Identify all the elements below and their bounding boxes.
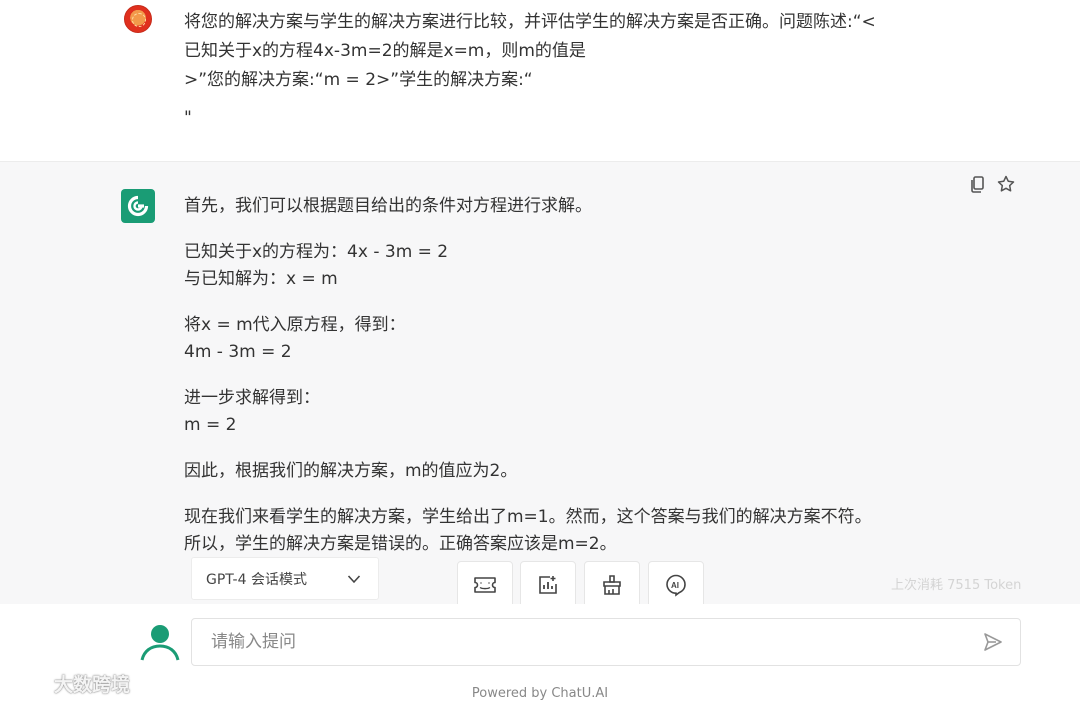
- chart-icon: [539, 575, 557, 594]
- assistant-message-text: 首先，我们可以根据题目给出的条件对方程进行求解。 已知关于x的方程为：4x - …: [184, 193, 964, 577]
- watermark: 大数跨境: [8, 670, 130, 697]
- powered-by: Powered by ChatU.AI: [471, 686, 609, 701]
- ai-icon: AI: [666, 574, 686, 597]
- user-line: 将您的解决方案与学生的解决方案进行比较，并评估学生的解决方案是否正确。问题陈述:…: [184, 12, 876, 32]
- clear-button[interactable]: [584, 561, 640, 608]
- assistant-paragraph: 已知关于x的方程为：4x - 3m = 2 与已知解为：x = m: [184, 239, 964, 293]
- star-icon[interactable]: [996, 174, 1016, 194]
- user-message: 将您的解决方案与学生的解决方案进行比较，并评估学生的解决方案是否正确。问题陈述:…: [0, 0, 1080, 162]
- chevron-down-icon: [347, 575, 361, 584]
- chat-input[interactable]: [191, 618, 1021, 666]
- assistant-line: 现在我们来看学生的解决方案，学生给出了m=1。然而，这个答案与我们的解决方案不符…: [184, 507, 872, 527]
- svg-text:AI: AI: [671, 581, 679, 590]
- assistant-paragraph: 进一步求解得到： m = 2: [184, 385, 964, 439]
- assistant-paragraph: 现在我们来看学生的解决方案，学生给出了m=1。然而，这个答案与我们的解决方案不符…: [184, 504, 964, 558]
- user-line: 已知关于x的方程4x-3m=2的解是x=m，则m的值是: [184, 41, 586, 61]
- assistant-line: 所以，学生的解决方案是错误的。正确答案应该是m=2。: [184, 534, 617, 554]
- message-actions: [968, 174, 1016, 194]
- assistant-line: m = 2: [184, 415, 237, 435]
- ticket-icon: [474, 576, 496, 593]
- model-mode-label: GPT-4 会话模式: [206, 571, 307, 588]
- broom-icon: [603, 574, 621, 595]
- assistant-line: 与已知解为：x = m: [184, 269, 338, 289]
- chart-button[interactable]: [520, 561, 576, 608]
- bot-avatar: [121, 189, 155, 223]
- user-avatar: [124, 5, 152, 33]
- assistant-line: 将x = m代入原方程，得到：: [184, 315, 406, 335]
- ticket-button[interactable]: [457, 561, 513, 608]
- input-area: Powered by ChatU.AI 大数跨境: [0, 604, 1080, 706]
- ai-button[interactable]: AI: [648, 561, 704, 608]
- user-line: >”您的解决方案:“m = 2>”学生的解决方案:“: [184, 70, 533, 90]
- copy-icon[interactable]: [968, 174, 988, 194]
- chatu-logo-icon: [127, 195, 149, 217]
- user-profile-icon: [140, 625, 180, 661]
- send-icon[interactable]: [982, 631, 1004, 653]
- assistant-message: 首先，我们可以根据题目给出的条件对方程进行求解。 已知关于x的方程为：4x - …: [0, 162, 1080, 604]
- assistant-line: 4m - 3m = 2: [184, 342, 292, 362]
- assistant-line: 首先，我们可以根据题目给出的条件对方程进行求解。: [184, 196, 592, 216]
- assistant-line: 已知关于x的方程为：4x - 3m = 2: [184, 242, 449, 262]
- model-mode-select[interactable]: GPT-4 会话模式: [191, 557, 379, 600]
- assistant-line: 因此，根据我们的解决方案，m的值应为2。: [184, 461, 518, 481]
- assistant-paragraph: 将x = m代入原方程，得到： 4m - 3m = 2: [184, 312, 964, 366]
- assistant-paragraph: 因此，根据我们的解决方案，m的值应为2。: [184, 458, 964, 485]
- watermark-logo-icon: [8, 673, 49, 692]
- assistant-line: 进一步求解得到：: [184, 388, 320, 408]
- token-usage: 上次消耗 7515 Token: [891, 578, 1022, 593]
- watermark-text: 大数跨境: [54, 674, 131, 696]
- assistant-paragraph: 首先，我们可以根据题目给出的条件对方程进行求解。: [184, 193, 964, 220]
- user-line-quote: ": [184, 108, 192, 128]
- user-message-text: 将您的解决方案与学生的解决方案进行比较，并评估学生的解决方案是否正确。问题陈述:…: [184, 8, 964, 133]
